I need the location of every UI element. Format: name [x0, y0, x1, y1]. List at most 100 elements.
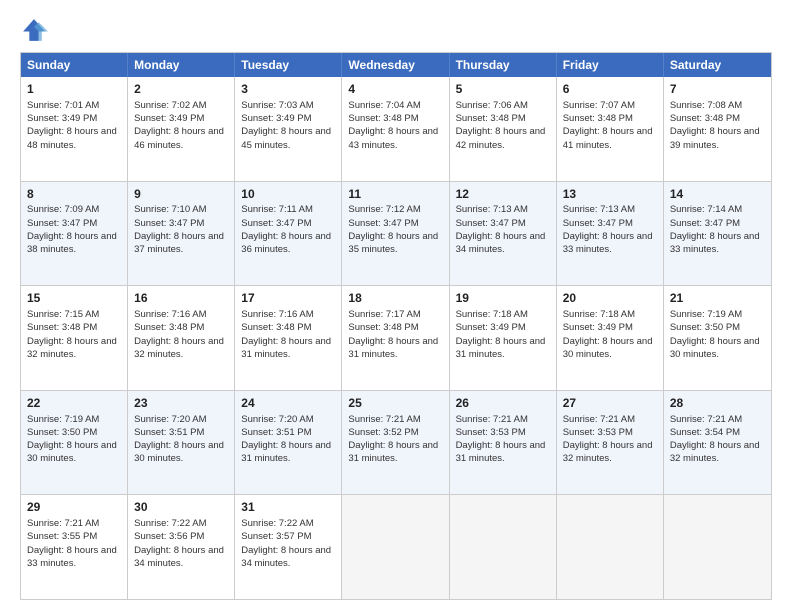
header [20, 16, 772, 44]
week-row-4: 22Sunrise: 7:19 AMSunset: 3:50 PMDayligh… [21, 390, 771, 495]
sunrise-text: Sunrise: 7:21 AM [348, 414, 420, 425]
empty-cell [450, 495, 557, 599]
day-cell-4: 4Sunrise: 7:04 AMSunset: 3:48 PMDaylight… [342, 77, 449, 181]
sunrise-text: Sunrise: 7:04 AM [348, 100, 420, 111]
calendar-header: SundayMondayTuesdayWednesdayThursdayFrid… [21, 53, 771, 77]
sunrise-text: Sunrise: 7:11 AM [241, 204, 313, 215]
daylight-text: Daylight: 8 hours and 45 minutes. [241, 126, 331, 150]
day-cell-24: 24Sunrise: 7:20 AMSunset: 3:51 PMDayligh… [235, 391, 342, 495]
header-day-tuesday: Tuesday [235, 53, 342, 77]
page: SundayMondayTuesdayWednesdayThursdayFrid… [0, 0, 792, 612]
day-cell-17: 17Sunrise: 7:16 AMSunset: 3:48 PMDayligh… [235, 286, 342, 390]
sunrise-text: Sunrise: 7:19 AM [670, 309, 742, 320]
daylight-text: Daylight: 8 hours and 46 minutes. [134, 126, 224, 150]
sunset-text: Sunset: 3:53 PM [456, 427, 526, 438]
sunrise-text: Sunrise: 7:14 AM [670, 204, 742, 215]
day-cell-18: 18Sunrise: 7:17 AMSunset: 3:48 PMDayligh… [342, 286, 449, 390]
sunset-text: Sunset: 3:50 PM [670, 322, 740, 333]
day-cell-8: 8Sunrise: 7:09 AMSunset: 3:47 PMDaylight… [21, 182, 128, 286]
calendar-body: 1Sunrise: 7:01 AMSunset: 3:49 PMDaylight… [21, 77, 771, 599]
sunset-text: Sunset: 3:48 PM [563, 113, 633, 124]
sunrise-text: Sunrise: 7:18 AM [456, 309, 528, 320]
sunset-text: Sunset: 3:55 PM [27, 531, 97, 542]
sunrise-text: Sunrise: 7:15 AM [27, 309, 99, 320]
sunset-text: Sunset: 3:57 PM [241, 531, 311, 542]
day-number: 23 [134, 395, 228, 412]
daylight-text: Daylight: 8 hours and 32 minutes. [670, 440, 760, 464]
sunset-text: Sunset: 3:47 PM [348, 218, 418, 229]
sunrise-text: Sunrise: 7:20 AM [134, 414, 206, 425]
day-cell-29: 29Sunrise: 7:21 AMSunset: 3:55 PMDayligh… [21, 495, 128, 599]
day-cell-2: 2Sunrise: 7:02 AMSunset: 3:49 PMDaylight… [128, 77, 235, 181]
sunrise-text: Sunrise: 7:12 AM [348, 204, 420, 215]
sunrise-text: Sunrise: 7:21 AM [670, 414, 742, 425]
day-cell-10: 10Sunrise: 7:11 AM Sunset: 3:47 PM Dayligh… [235, 182, 342, 286]
day-cell-30: 30Sunrise: 7:22 AMSunset: 3:56 PMDayligh… [128, 495, 235, 599]
week-row-2: 8Sunrise: 7:09 AMSunset: 3:47 PMDaylight… [21, 181, 771, 286]
sunset-text: Sunset: 3:49 PM [456, 322, 526, 333]
sunset-text: Sunset: 3:48 PM [27, 322, 97, 333]
empty-cell [557, 495, 664, 599]
daylight-text: Daylight: 8 hours and 39 minutes. [670, 126, 760, 150]
day-number: 16 [134, 290, 228, 307]
sunrise-text: Sunrise: 7:21 AM [27, 518, 99, 529]
sunrise-text: Sunrise: 7:01 AM [27, 100, 99, 111]
sunrise-text: Sunrise: 7:16 AM [241, 309, 313, 320]
daylight-text: Daylight: 8 hours and 34 minutes. [241, 545, 331, 569]
day-number: 26 [456, 395, 550, 412]
daylight-text: Daylight: 8 hours and 31 minutes. [348, 440, 438, 464]
day-number: 17 [241, 290, 335, 307]
day-number: 24 [241, 395, 335, 412]
day-number: 7 [670, 81, 765, 98]
sunrise-text: Sunrise: 7:06 AM [456, 100, 528, 111]
day-number: 25 [348, 395, 442, 412]
day-number: 18 [348, 290, 442, 307]
header-day-monday: Monday [128, 53, 235, 77]
day-cell-13: 13Sunrise: 7:13 AMSunset: 3:47 PMDayligh… [557, 182, 664, 286]
day-cell-12: 12Sunrise: 7:13 AMSunset: 3:47 PMDayligh… [450, 182, 557, 286]
day-number: 11 [348, 186, 442, 203]
sunset-text: Sunset: 3:47 PM [456, 218, 526, 229]
sunset-text: Sunset: 3:47 PM [134, 218, 204, 229]
daylight-text: Daylight: 8 hours and 31 minutes. [241, 336, 331, 360]
daylight-text: Daylight: 8 hours and 31 minutes. [456, 440, 546, 464]
day-number: 9 [134, 186, 228, 203]
week-row-5: 29Sunrise: 7:21 AMSunset: 3:55 PMDayligh… [21, 494, 771, 599]
sunset-text: Sunset: 3:47 PM [241, 218, 311, 229]
sunrise-text: Sunrise: 7:18 AM [563, 309, 635, 320]
day-cell-31: 31Sunrise: 7:22 AMSunset: 3:57 PMDayligh… [235, 495, 342, 599]
sunrise-text: Sunrise: 7:07 AM [563, 100, 635, 111]
daylight-text: Daylight: 8 hours and 32 minutes. [563, 440, 653, 464]
day-cell-28: 28Sunrise: 7:21 AMSunset: 3:54 PMDayligh… [664, 391, 771, 495]
sunset-text: Sunset: 3:47 PM [27, 218, 97, 229]
day-number: 20 [563, 290, 657, 307]
day-cell-11: 11Sunrise: 7:12 AM Sunset: 3:47 PM Dayligh… [342, 182, 449, 286]
day-cell-21: 21Sunrise: 7:19 AMSunset: 3:50 PMDayligh… [664, 286, 771, 390]
day-number: 10 [241, 186, 335, 203]
daylight-text: Daylight: 8 hours and 31 minutes. [241, 440, 331, 464]
day-number: 14 [670, 186, 765, 203]
day-number: 28 [670, 395, 765, 412]
day-cell-14: 14Sunrise: 7:14 AMSunset: 3:47 PMDayligh… [664, 182, 771, 286]
daylight-text: Daylight: 8 hours and 35 minutes. [348, 231, 438, 255]
daylight-text: Daylight: 8 hours and 32 minutes. [27, 336, 117, 360]
day-cell-1: 1Sunrise: 7:01 AMSunset: 3:49 PMDaylight… [21, 77, 128, 181]
daylight-text: Daylight: 8 hours and 33 minutes. [563, 231, 653, 255]
sunset-text: Sunset: 3:48 PM [134, 322, 204, 333]
daylight-text: Daylight: 8 hours and 36 minutes. [241, 231, 331, 255]
header-day-wednesday: Wednesday [342, 53, 449, 77]
day-number: 3 [241, 81, 335, 98]
sunrise-text: Sunrise: 7:13 AM [456, 204, 528, 215]
day-cell-19: 19Sunrise: 7:18 AMSunset: 3:49 PMDayligh… [450, 286, 557, 390]
day-cell-26: 26Sunrise: 7:21 AMSunset: 3:53 PMDayligh… [450, 391, 557, 495]
sunrise-text: Sunrise: 7:19 AM [27, 414, 99, 425]
sunrise-text: Sunrise: 7:13 AM [563, 204, 635, 215]
sunset-text: Sunset: 3:48 PM [348, 113, 418, 124]
sunrise-text: Sunrise: 7:20 AM [241, 414, 313, 425]
daylight-text: Daylight: 8 hours and 41 minutes. [563, 126, 653, 150]
sunrise-text: Sunrise: 7:02 AM [134, 100, 206, 111]
empty-cell [342, 495, 449, 599]
day-number: 2 [134, 81, 228, 98]
day-number: 22 [27, 395, 121, 412]
day-cell-20: 20Sunrise: 7:18 AMSunset: 3:49 PMDayligh… [557, 286, 664, 390]
